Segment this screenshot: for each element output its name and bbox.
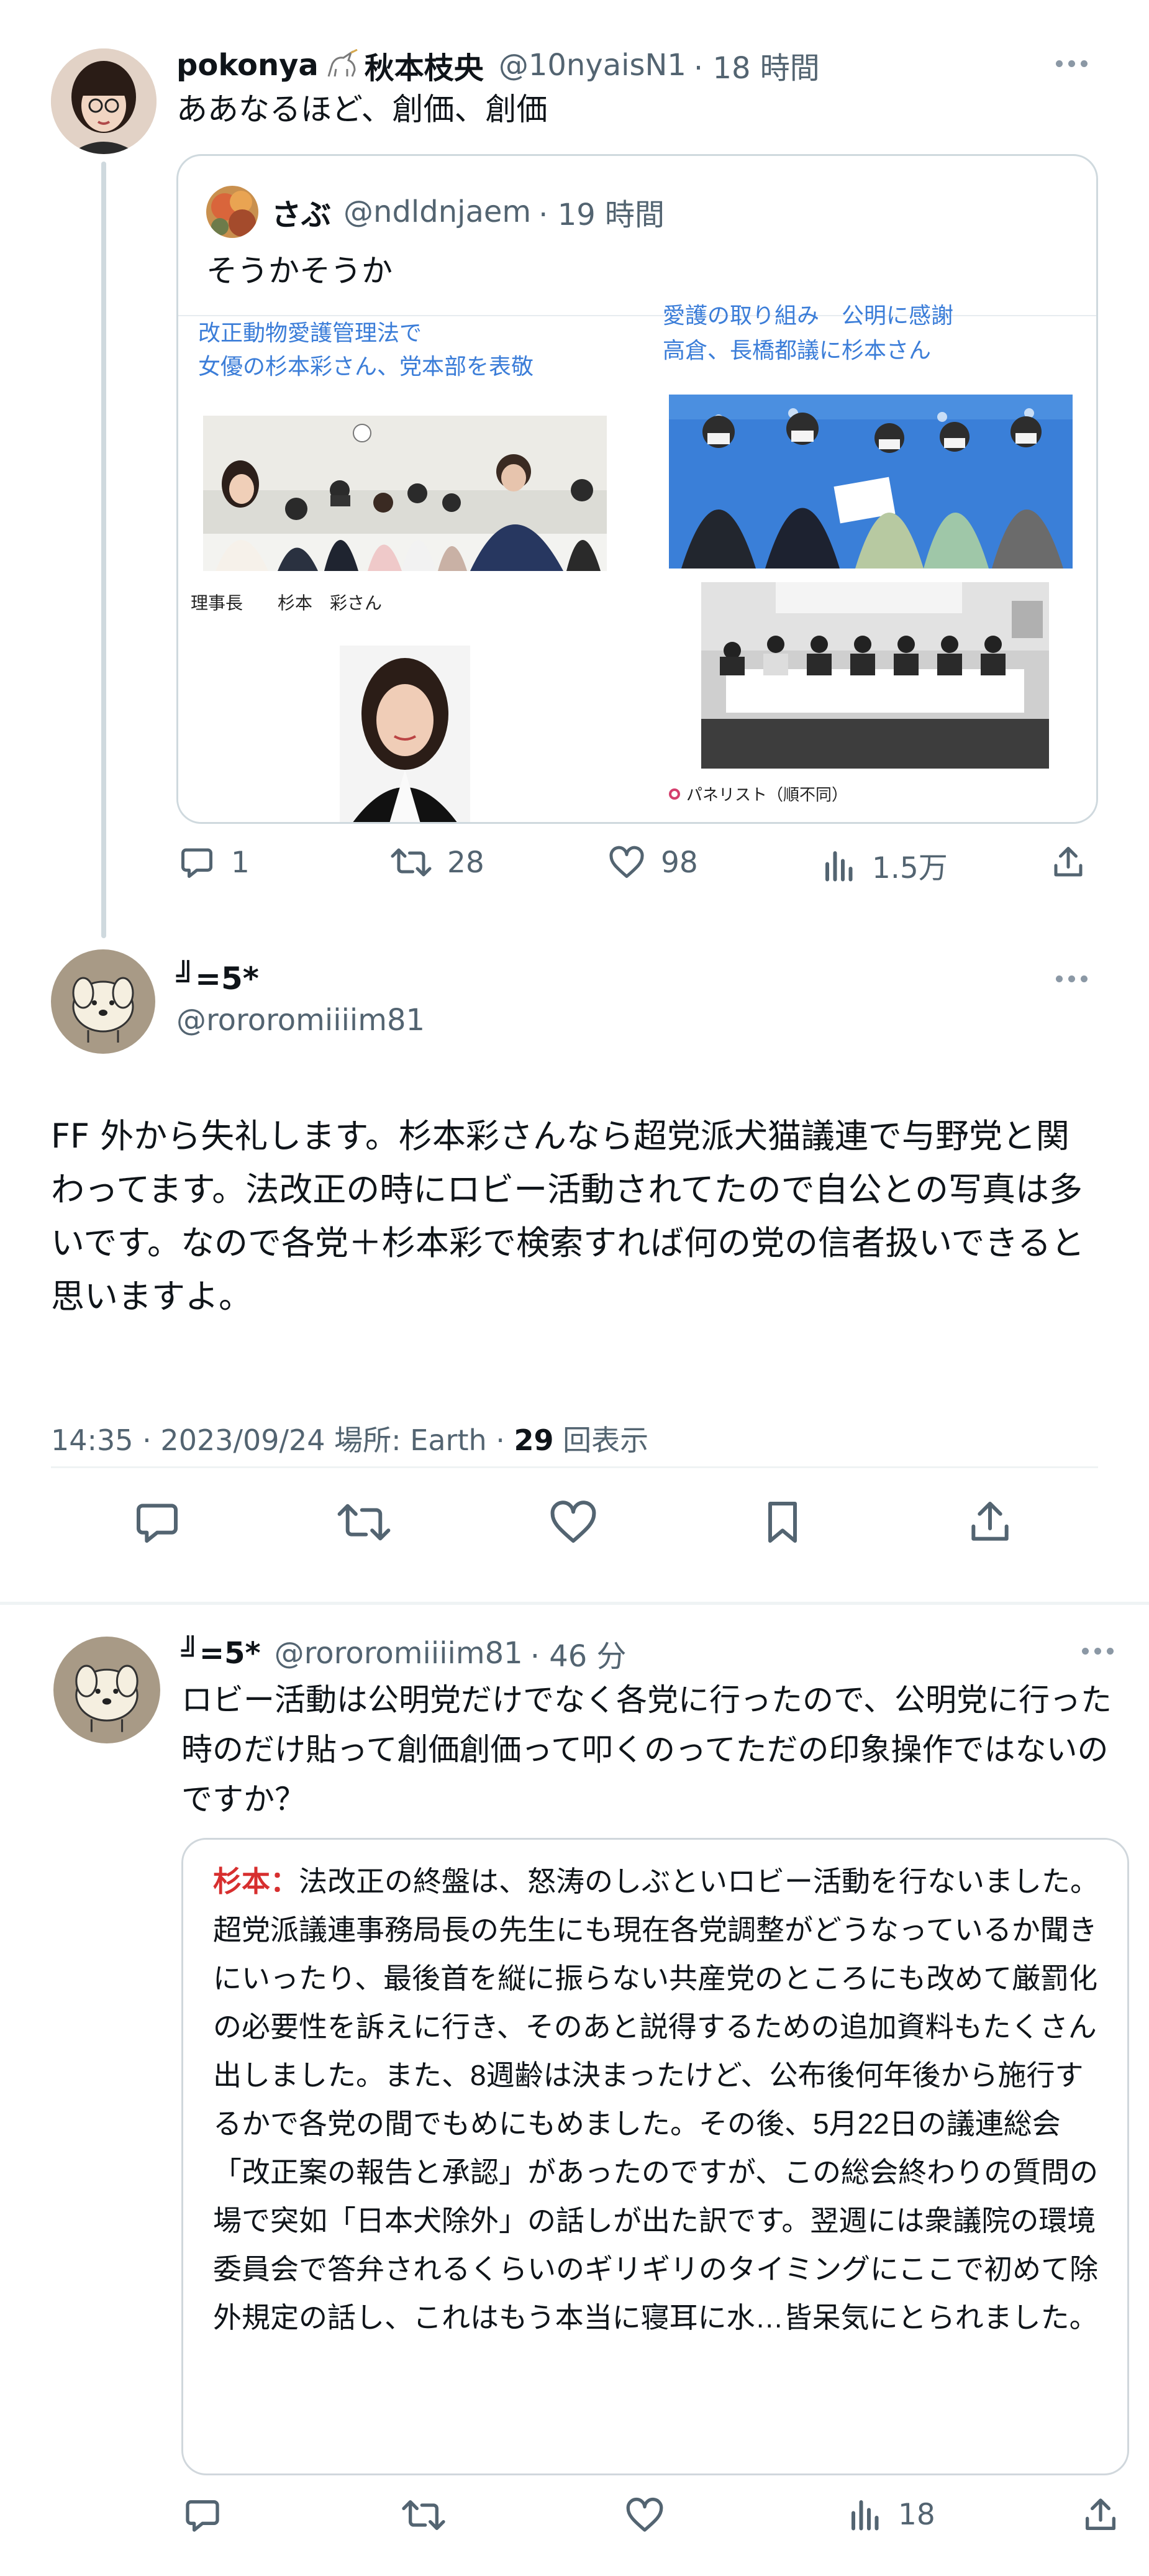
more-icon[interactable] <box>1056 975 1088 982</box>
retweet-button[interactable]: 28 <box>389 844 484 881</box>
timestamp[interactable]: · 19 時間 <box>538 190 665 234</box>
display-name[interactable]: pokonya <box>176 48 319 83</box>
quote-text: そうかそうか <box>206 253 393 289</box>
tweet-timestamp[interactable]: 14:35 · 2023/09/24 場所: Earth · <box>51 1423 514 1457</box>
display-name-suffix[interactable]: 秋本枝央 <box>365 43 484 87</box>
unicorn-emoji-icon <box>322 48 361 81</box>
reply-icon <box>181 848 212 878</box>
like-button[interactable] <box>548 1497 599 1550</box>
retweet-icon <box>391 848 432 877</box>
handle[interactable]: @rororomiiiim81 <box>275 1636 523 1671</box>
views-icon <box>852 2500 879 2531</box>
like-button[interactable] <box>624 2495 666 2537</box>
handle[interactable]: @10nyaisN1 <box>499 48 686 83</box>
views-count: 1.5万 <box>872 851 948 885</box>
share-icon <box>1054 847 1083 877</box>
more-icon[interactable] <box>1056 60 1088 67</box>
views-icon <box>825 851 853 881</box>
tweet-header: ╝=5* @rororomiiiim81 · 46 分 <box>181 1632 627 1675</box>
divider <box>51 1466 1098 1468</box>
bookmark-button[interactable] <box>758 1497 807 1550</box>
retweet-icon <box>402 2500 445 2530</box>
avatar[interactable] <box>206 186 258 238</box>
image-heading-right-1: 愛護の取り組み 公明に感謝 <box>663 303 954 328</box>
quote-header: さぶ @ndldnjaem · 19 時間 <box>271 186 665 238</box>
display-name[interactable]: ╝=5* <box>176 961 259 997</box>
retweet-count: 28 <box>447 845 484 880</box>
image-heading-left-2: 女優の杉本彩さん、党本部を表敬 <box>198 354 534 379</box>
handle[interactable]: @ndldnjaem <box>343 194 531 229</box>
like-icon <box>609 846 644 878</box>
like-count: 98 <box>661 845 698 880</box>
share-button[interactable] <box>1081 2495 1120 2537</box>
divider <box>0 1602 1149 1605</box>
share-icon <box>1086 2498 1115 2530</box>
views-button[interactable]: 18 <box>847 2495 935 2534</box>
like-button[interactable]: 98 <box>606 844 698 881</box>
handle[interactable]: @rororomiiiim81 <box>176 1003 425 1038</box>
retweet-icon <box>337 1504 391 1541</box>
timestamp[interactable]: · 18 時間 <box>694 43 820 87</box>
tweet-header: pokonya 秋本枝央 @10nyaisN1 · 18 時間 <box>176 43 820 87</box>
quote-text: 法改正の終盤は、怒涛のしぶといロビー活動を行ないました。超党派議連事務局長の先生… <box>213 1865 1099 2334</box>
image-heading-left-1: 改正動物愛護管理法で <box>198 320 422 345</box>
photo-portrait <box>340 646 470 822</box>
quoted-tweet-card[interactable]: さぶ @ndldnjaem · 19 時間 そうかそうか 改正動物愛護管理法で … <box>176 154 1098 824</box>
photo-meeting-left <box>203 416 607 571</box>
thread-line <box>101 162 106 938</box>
bookmark-icon <box>768 1502 797 1543</box>
share-button[interactable] <box>965 1497 1015 1550</box>
like-icon <box>626 2498 663 2532</box>
share-icon <box>971 1502 1009 1541</box>
avatar[interactable] <box>51 949 155 1054</box>
retweet-button[interactable] <box>335 1497 393 1550</box>
display-name[interactable]: ╝=5* <box>181 1636 261 1671</box>
tweet-text: ああなるほど、創価、創価 <box>176 91 548 127</box>
tweet-meta: 14:35 · 2023/09/24 場所: Earth · 29 回表示 <box>51 1418 648 1459</box>
like-icon <box>550 1500 596 1543</box>
views-button[interactable]: 1.5万 <box>821 844 948 887</box>
reply-icon <box>137 1504 178 1543</box>
more-icon[interactable] <box>1082 1648 1114 1655</box>
share-button[interactable] <box>1050 844 1087 881</box>
attached-text-image[interactable]: 杉本：法改正の終盤は、怒涛のしぶといロビー活動を行ないました。超党派議連事務局長… <box>181 1838 1129 2475</box>
tweet-text: FF 外から失礼します。杉本彩さんなら超党派犬猫議連で与野党と関わってます。法改… <box>51 1117 1085 1316</box>
image-heading-right-2: 高倉、長橋都議に杉本さん <box>663 337 932 363</box>
image-caption-right-text: パネリスト（順不同） <box>686 785 848 804</box>
reply-icon <box>186 2500 219 2532</box>
image-caption-left: 理事長 杉本 彩さん <box>191 593 383 613</box>
timestamp[interactable]: · 46 分 <box>530 1632 627 1675</box>
views-count: 18 <box>898 2497 935 2532</box>
tweet-text: ロビー活動は公明党だけでなく各党に行ったので、公明党に行った時のだけ貼って創価創… <box>181 1682 1112 1817</box>
display-name[interactable]: さぶ <box>271 190 331 234</box>
reply-count: 1 <box>231 845 250 880</box>
retweet-button[interactable] <box>400 2495 447 2537</box>
reply-button[interactable]: 1 <box>176 844 250 881</box>
avatar[interactable] <box>51 48 157 154</box>
view-count: 29 <box>514 1423 554 1457</box>
quote-speaker: 杉本： <box>213 1865 299 1898</box>
quoted-media-image[interactable]: 改正動物愛護管理法で 女優の杉本彩さん、党本部を表敬 理事長 杉本 彩さん 愛護… <box>178 303 1096 822</box>
photo-meeting-right <box>669 395 1073 569</box>
image-caption-right: パネリスト（順不同） <box>669 782 848 805</box>
reply-button[interactable] <box>181 2495 224 2537</box>
photo-panel-discussion <box>701 582 1049 769</box>
avatar[interactable] <box>53 1637 160 1743</box>
reply-button[interactable] <box>132 1497 183 1550</box>
bullet-icon <box>669 788 680 800</box>
view-label: 回表示 <box>553 1423 649 1457</box>
